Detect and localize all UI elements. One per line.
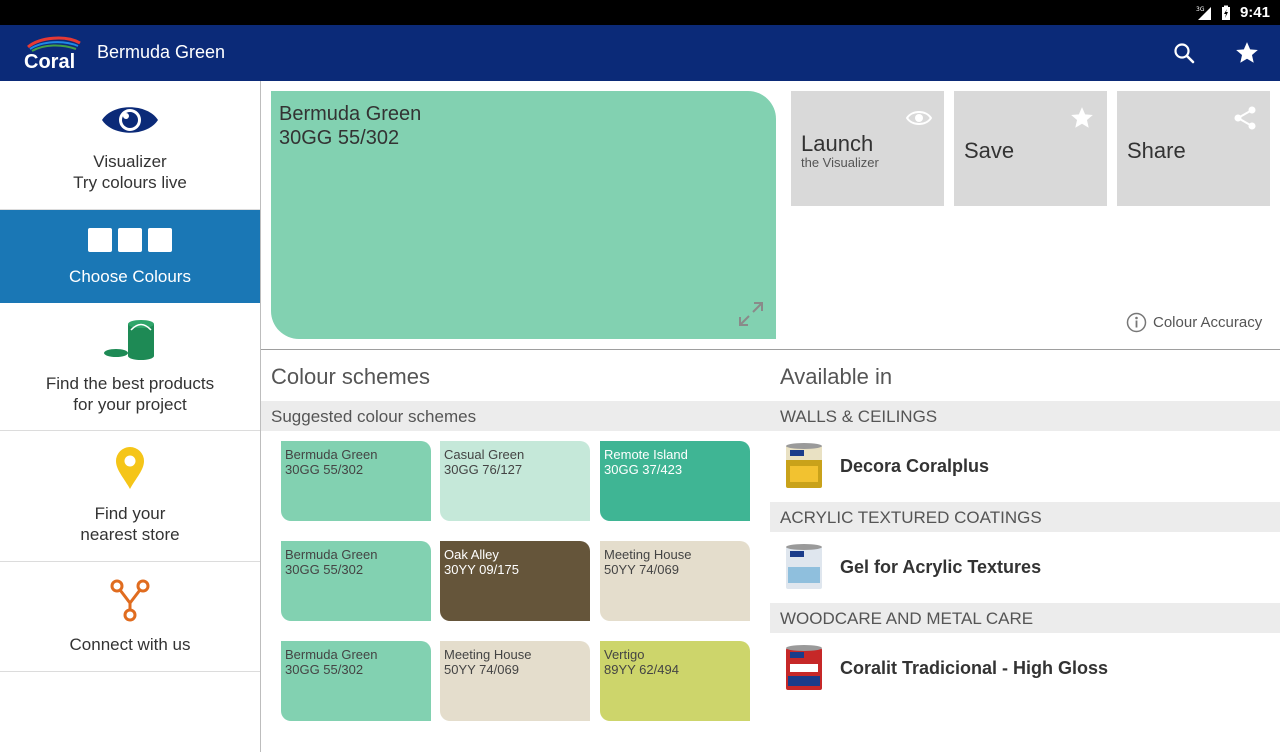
colour-chip[interactable]: Meeting House 50YY 74/069 xyxy=(600,541,750,621)
colour-chip[interactable]: Bermuda Green 30GG 55/302 xyxy=(281,441,431,521)
sidebar-item-choose-colours[interactable]: Choose Colours xyxy=(0,210,260,303)
suggested-schemes-label: Suggested colour schemes xyxy=(271,407,477,426)
paint-can-icon xyxy=(104,320,154,360)
available-in-title: Available in xyxy=(780,364,893,389)
product-item[interactable]: Coralit Tradicional - High Gloss xyxy=(770,633,1280,703)
chip-name: Bermuda Green xyxy=(285,647,378,662)
colour-accuracy-link[interactable]: Colour Accuracy xyxy=(1126,311,1262,333)
sidebar-item-store[interactable]: Find your nearest store xyxy=(0,431,260,562)
sidebar-item-label: Choose Colours xyxy=(69,267,191,286)
category-header: WOODCARE AND METAL CARE xyxy=(770,603,1280,633)
category-label: WALLS & CEILINGS xyxy=(780,407,938,426)
colour-chip[interactable]: Remote Island 30GG 37/423 xyxy=(600,441,750,521)
category-header: ACRYLIC TEXTURED COATINGS xyxy=(770,502,1280,532)
sidebar: Visualizer Try colours live Choose Colou… xyxy=(0,81,261,752)
category-label: WOODCARE AND METAL CARE xyxy=(780,609,1034,628)
colour-chip[interactable]: Bermuda Green 30GG 55/302 xyxy=(281,641,431,721)
share-label: Share xyxy=(1127,138,1186,163)
chip-code: 30GG 55/302 xyxy=(285,462,364,477)
launch-label: Launch xyxy=(801,131,874,156)
sidebar-item-label: Visualizer xyxy=(93,152,167,171)
category-header: WALLS & CEILINGS xyxy=(770,401,1280,431)
coral-logo[interactable]: Coral xyxy=(22,35,84,71)
launch-visualizer-button[interactable]: Launch the Visualizer xyxy=(791,91,944,206)
app-bar: Coral Bermuda Green xyxy=(0,25,1280,81)
chip-name: Vertigo xyxy=(604,647,645,662)
sidebar-item-connect[interactable]: Connect with us xyxy=(0,562,260,672)
divider xyxy=(261,349,1280,350)
colour-swatch[interactable]: Bermuda Green 30GG 55/302 xyxy=(271,91,776,339)
app-title: Bermuda Green xyxy=(97,42,226,62)
swatch-code: 30GG 55/302 xyxy=(279,127,400,149)
logo-text: Coral xyxy=(24,51,75,71)
colour-accuracy-label: Colour Accuracy xyxy=(1153,313,1263,331)
share-icon xyxy=(1234,106,1256,130)
chip-name: Bermuda Green xyxy=(285,547,378,562)
share-network-icon xyxy=(110,579,150,622)
status-icons: 3G 9:41 xyxy=(1196,0,1270,25)
paint-can-icon xyxy=(786,645,822,690)
status-bar: 3G 9:41 xyxy=(0,0,1280,25)
chip-code: 30GG 76/127 xyxy=(444,462,523,477)
signal-icon: 3G xyxy=(1196,6,1211,20)
sidebar-item-sublabel: for your project xyxy=(73,395,187,414)
product-item[interactable]: Gel for Acrylic Textures xyxy=(770,532,1280,602)
sidebar-item-label: Find your xyxy=(94,504,166,523)
chip-name: Meeting House xyxy=(444,647,532,662)
search-icon xyxy=(1174,43,1195,64)
chip-name: Oak Alley xyxy=(444,547,499,562)
chip-code: 30YY 09/175 xyxy=(444,562,519,577)
star-icon xyxy=(1071,107,1093,128)
network-type: 3G xyxy=(1196,6,1205,13)
favourites-button[interactable] xyxy=(1233,39,1261,67)
colour-schemes-title: Colour schemes xyxy=(271,364,430,389)
eye-icon xyxy=(906,111,932,125)
category-label: ACRYLIC TEXTURED COATINGS xyxy=(780,508,1042,527)
chip-code: 30GG 55/302 xyxy=(285,562,364,577)
battery-icon xyxy=(1221,5,1230,20)
product-name: Gel for Acrylic Textures xyxy=(840,557,1042,577)
launch-sublabel: the Visualizer xyxy=(801,155,879,170)
colour-chip[interactable]: Oak Alley 30YY 09/175 xyxy=(440,541,590,621)
chip-code: 50YY 74/069 xyxy=(604,562,679,577)
product-item[interactable]: Decora Coralplus xyxy=(770,431,1280,501)
colour-chip[interactable]: Meeting House 50YY 74/069 xyxy=(440,641,590,721)
chip-code: 50YY 74/069 xyxy=(444,662,519,677)
eye-icon xyxy=(102,107,158,133)
paint-can-icon xyxy=(786,544,822,589)
share-button[interactable]: Share xyxy=(1117,91,1270,206)
colour-chip[interactable]: Bermuda Green 30GG 55/302 xyxy=(281,541,431,621)
sidebar-item-sublabel: Try colours live xyxy=(73,173,187,192)
chip-code: 89YY 62/494 xyxy=(604,662,679,677)
chip-name: Casual Green xyxy=(444,447,525,462)
colour-chip[interactable]: Vertigo 89YY 62/494 xyxy=(600,641,750,721)
colour-chips-icon xyxy=(88,228,172,252)
chip-code: 30GG 37/423 xyxy=(604,462,683,477)
suggested-schemes-header: Suggested colour schemes xyxy=(261,401,770,431)
search-button[interactable] xyxy=(1170,39,1198,67)
status-time: 9:41 xyxy=(1239,4,1270,21)
chip-name: Meeting House xyxy=(604,547,692,562)
chip-name: Bermuda Green xyxy=(285,447,378,462)
colour-chip[interactable]: Casual Green 30GG 76/127 xyxy=(440,441,590,521)
info-icon xyxy=(1126,312,1147,332)
sidebar-item-visualizer[interactable]: Visualizer Try colours live xyxy=(0,81,260,210)
save-button[interactable]: Save xyxy=(954,91,1107,206)
paint-can-icon xyxy=(786,443,822,488)
star-icon xyxy=(1236,42,1258,63)
save-label: Save xyxy=(964,138,1015,163)
chip-code: 30GG 55/302 xyxy=(285,662,364,677)
chip-name: Remote Island xyxy=(604,447,688,462)
sidebar-item-label: Connect with us xyxy=(69,635,191,654)
sidebar-item-products[interactable]: Find the best products for your project xyxy=(0,303,260,431)
product-name: Decora Coralplus xyxy=(840,456,990,476)
location-pin-icon xyxy=(116,447,144,489)
sidebar-item-sublabel: nearest store xyxy=(80,525,180,544)
expand-icon[interactable] xyxy=(736,299,766,329)
swatch-name: Bermuda Green xyxy=(279,103,422,125)
sidebar-item-label: Find the best products xyxy=(45,374,215,393)
product-name: Coralit Tradicional - High Gloss xyxy=(840,658,1109,678)
